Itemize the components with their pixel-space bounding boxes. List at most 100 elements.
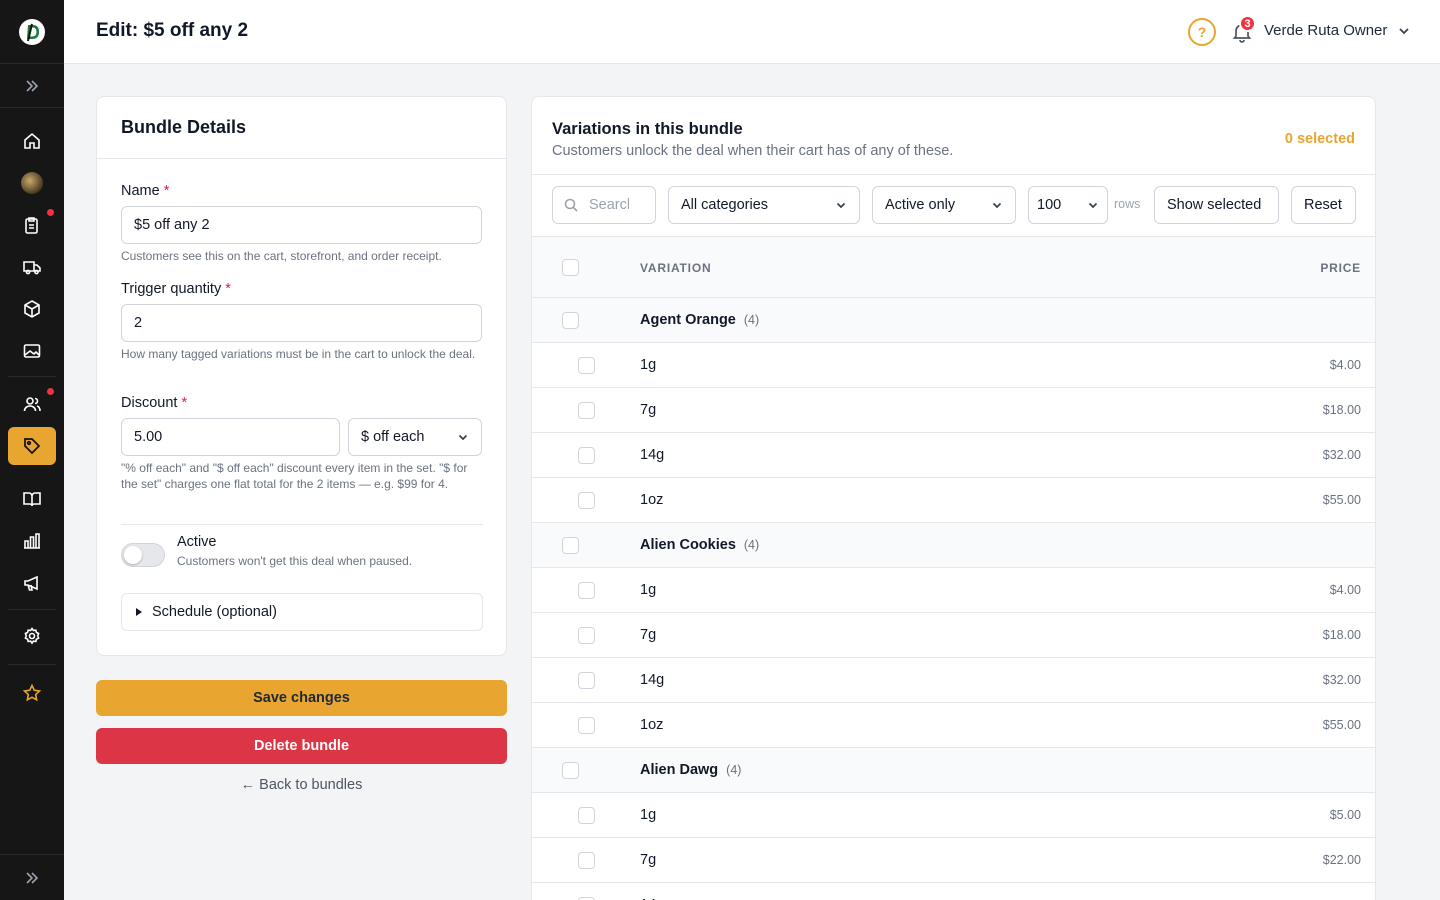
sidebar-item-favorites[interactable] [8,674,56,712]
status-filter-select[interactable]: Active only [872,186,1016,224]
home-icon [24,132,40,149]
double-chevron-right-icon [26,79,39,92]
user-menu[interactable]: Verde Ruta Owner [1264,22,1411,39]
sidebar-collapse-button[interactable] [0,854,64,900]
variation-label: 7g [640,627,657,643]
variations-card: Variations in this bundle Customers unlo… [531,96,1376,900]
discount-label: Discount * [121,395,188,411]
table-row[interactable]: 7g $18.00 [532,613,1375,658]
row-checkbox[interactable] [578,447,595,464]
select-all-checkbox[interactable] [562,259,579,276]
variation-price: $55.00 [1322,493,1361,507]
variation-label: 1g [640,582,657,598]
row-checkbox[interactable] [578,402,595,419]
name-label: Name * [121,183,170,199]
help-button[interactable]: ? [1188,18,1216,46]
double-chevron-right-icon [26,871,39,884]
active-label: Active [177,534,217,550]
name-input[interactable]: $5 off any 2 [121,206,482,244]
variation-price: $55.00 [1322,718,1361,732]
group-row[interactable]: Alien Dawg (4) [532,748,1375,793]
sidebar-expand-button[interactable] [0,64,64,108]
sidebar-item-marketing[interactable] [8,564,56,602]
table-row[interactable]: 1g $4.00 [532,343,1375,388]
chevron-down-icon [1399,27,1410,34]
row-checkbox[interactable] [578,582,595,599]
rows-per-page-select[interactable]: 100 [1028,186,1108,224]
table-row[interactable]: 14g $32.00 [532,658,1375,703]
discount-type-select[interactable]: $ off each [348,418,482,456]
variation-label: 7g [640,852,657,868]
sidebar-item-delivery[interactable] [8,248,56,286]
chevron-down-icon [458,434,468,441]
group-row[interactable]: Alien Cookies (4) [532,523,1375,568]
trigger-quantity-input[interactable]: 2 [121,304,482,342]
box-icon [24,300,40,318]
user-name: Verde Ruta Owner [1264,22,1388,39]
row-checkbox[interactable] [578,672,595,689]
category-filter-select[interactable]: All categories [668,186,860,224]
row-checkbox[interactable] [578,717,595,734]
delete-bundle-button[interactable]: Delete bundle [96,728,507,764]
schedule-disclosure[interactable]: Schedule (optional) [121,593,483,631]
active-toggle[interactable] [121,543,165,567]
sidebar-item-store[interactable] [8,164,56,202]
chevron-down-icon [1088,202,1098,209]
variation-price: $4.00 [1329,358,1361,372]
column-header-variation: VARIATION [640,261,712,275]
clipboard-icon [25,217,38,234]
trigger-quantity-hint: How many tagged variations must be in th… [121,347,476,361]
show-selected-button[interactable]: Show selected [1154,186,1279,224]
variation-label: 14g [640,672,665,688]
group-checkbox[interactable] [562,312,579,329]
table-row[interactable]: 1oz $55.00 [532,703,1375,748]
table-header: VARIATION PRICE [532,237,1375,298]
table-row[interactable]: 1oz $55.00 [532,478,1375,523]
truck-icon [23,261,41,275]
row-checkbox[interactable] [578,357,595,374]
variations-title: Variations in this bundle [552,120,743,138]
search-placeholder: Search [589,197,629,213]
discount-amount-input[interactable]: 5.00 [121,418,340,456]
chevron-down-icon [992,202,1002,209]
group-row[interactable]: Agent Orange (4) [532,298,1375,343]
logo[interactable] [0,0,64,64]
sidebar-item-media[interactable] [8,332,56,370]
bar-chart-icon [24,533,40,549]
sidebar-item-catalog[interactable] [8,480,56,518]
sidebar-item-orders[interactable] [8,206,56,244]
variation-price: $22.00 [1322,853,1361,867]
table-row[interactable]: 14g $32.00 [532,433,1375,478]
variation-label: 1oz [640,492,664,508]
search-input[interactable]: Search [552,186,656,224]
group-name: Agent Orange (4) [640,312,760,328]
sidebar-item-customers[interactable] [8,385,56,423]
group-checkbox[interactable] [562,537,579,554]
sidebar-item-bundles[interactable] [8,427,56,465]
table-row[interactable]: 7g $22.00 [532,838,1375,883]
table-row[interactable]: 7g $18.00 [532,388,1375,433]
group-name: Alien Cookies (4) [640,537,760,553]
active-hint: Customers won't get this deal when pause… [177,554,413,568]
group-checkbox[interactable] [562,762,579,779]
sidebar-item-home[interactable] [8,122,56,160]
row-checkbox[interactable] [578,492,595,509]
sidebar-item-reports[interactable] [8,522,56,560]
book-open-icon [23,492,41,507]
save-button[interactable]: Save changes [96,680,507,716]
caret-right-icon [136,608,142,616]
variation-label: 1g [640,807,657,823]
store-avatar [21,172,43,194]
row-checkbox[interactable] [578,807,595,824]
back-to-bundles-link[interactable]: ← Back to bundles [96,777,507,793]
reset-button[interactable]: Reset [1291,186,1356,224]
chevron-down-icon [836,202,846,209]
table-row[interactable]: 1g $4.00 [532,568,1375,613]
table-row[interactable]: 14g [532,883,1375,900]
table-row[interactable]: 1g $5.00 [532,793,1375,838]
row-checkbox[interactable] [578,852,595,869]
sidebar-item-products[interactable] [8,290,56,328]
row-checkbox[interactable] [578,627,595,644]
variation-label: 1g [640,357,657,373]
sidebar-item-settings[interactable] [8,617,56,655]
